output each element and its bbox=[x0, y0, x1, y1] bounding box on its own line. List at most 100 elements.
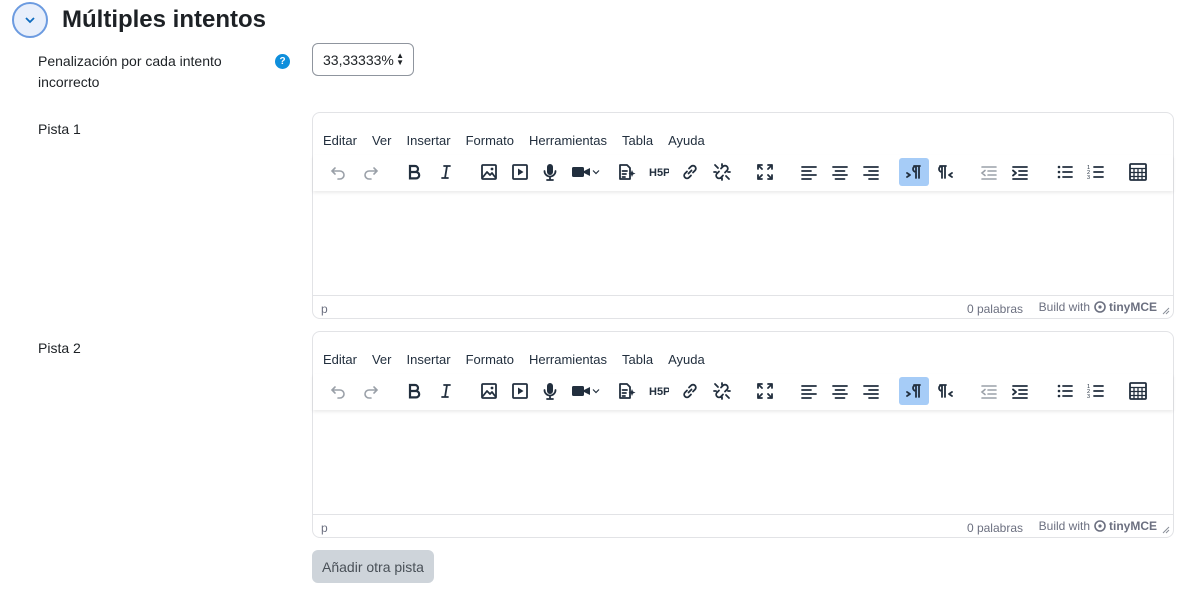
align-center-button[interactable] bbox=[825, 377, 855, 405]
editor-content-area[interactable] bbox=[313, 410, 1173, 514]
menu-ayuda[interactable]: Ayuda bbox=[668, 352, 705, 367]
fullscreen-button[interactable] bbox=[750, 377, 780, 405]
section-title: Múltiples intentos bbox=[62, 6, 266, 33]
menu-ver[interactable]: Ver bbox=[372, 133, 392, 148]
link-button[interactable] bbox=[675, 377, 705, 405]
bullet-list-button[interactable] bbox=[1050, 377, 1080, 405]
italic-icon bbox=[441, 384, 451, 398]
bold-button[interactable] bbox=[399, 158, 429, 186]
align-right-button[interactable] bbox=[856, 158, 886, 186]
hint2-label: Pista 2 bbox=[38, 340, 81, 356]
editor-statusbar: p 0 palabras Build with tinyMCE bbox=[313, 514, 1173, 537]
menu-tabla[interactable]: Tabla bbox=[622, 133, 653, 148]
indent-button[interactable] bbox=[1005, 377, 1035, 405]
microphone-button[interactable] bbox=[535, 158, 565, 186]
align-center-icon bbox=[832, 166, 848, 180]
video-camera-button[interactable] bbox=[567, 377, 605, 405]
tinymce-branding[interactable]: Build with tinyMCE bbox=[1039, 300, 1157, 314]
menu-tabla[interactable]: Tabla bbox=[622, 352, 653, 367]
svg-text:3: 3 bbox=[1087, 175, 1090, 181]
italic-button[interactable] bbox=[431, 158, 461, 186]
align-left-icon bbox=[801, 385, 817, 399]
menu-herramientas[interactable]: Herramientas bbox=[529, 133, 607, 148]
redo-button[interactable] bbox=[356, 377, 386, 405]
ltr-button[interactable] bbox=[899, 158, 929, 186]
image-button[interactable] bbox=[474, 158, 504, 186]
menu-editar[interactable]: Editar bbox=[323, 133, 357, 148]
video-camera-button[interactable] bbox=[567, 158, 605, 186]
menu-insertar[interactable]: Insertar bbox=[406, 133, 450, 148]
bold-icon bbox=[408, 383, 421, 399]
tinymce-brand: tinyMCE bbox=[1109, 300, 1157, 314]
unlink-button[interactable] bbox=[707, 377, 737, 405]
svg-text:3: 3 bbox=[1087, 394, 1090, 400]
numbered-list-button[interactable]: 123 bbox=[1081, 158, 1111, 186]
undo-button[interactable] bbox=[323, 158, 353, 186]
resize-handle-icon[interactable] bbox=[1162, 526, 1170, 534]
menu-ayuda[interactable]: Ayuda bbox=[668, 133, 705, 148]
calculator-icon bbox=[1129, 163, 1147, 181]
element-path[interactable]: p bbox=[321, 302, 328, 316]
align-center-button[interactable] bbox=[825, 158, 855, 186]
h5p-button[interactable]: H5P bbox=[644, 377, 674, 405]
penalty-label: Penalización por cada intento incorrecto bbox=[38, 51, 222, 93]
help-icon[interactable]: ? bbox=[275, 54, 290, 69]
align-right-button[interactable] bbox=[856, 377, 886, 405]
numbered-list-button[interactable]: 123 bbox=[1081, 377, 1111, 405]
menu-ver[interactable]: Ver bbox=[372, 352, 392, 367]
editor-menubar: Editar Ver Insertar Formato Herramientas Tabl… bbox=[313, 332, 1173, 374]
ai-generate-button[interactable] bbox=[611, 158, 641, 186]
fullscreen-button[interactable] bbox=[750, 158, 780, 186]
fullscreen-icon bbox=[757, 164, 773, 180]
align-left-button[interactable] bbox=[794, 377, 824, 405]
media-icon bbox=[512, 383, 528, 399]
italic-button[interactable] bbox=[431, 377, 461, 405]
h5p-icon: H5P bbox=[649, 386, 669, 398]
collapse-toggle-button[interactable] bbox=[12, 2, 48, 38]
menu-herramientas[interactable]: Herramientas bbox=[529, 352, 607, 367]
editor-content-area[interactable] bbox=[313, 191, 1173, 295]
chevron-down-icon bbox=[592, 170, 600, 175]
ltr-button[interactable] bbox=[899, 377, 929, 405]
microphone-button[interactable] bbox=[535, 377, 565, 405]
tinymce-branding[interactable]: Build with tinyMCE bbox=[1039, 519, 1157, 533]
image-button[interactable] bbox=[474, 377, 504, 405]
build-with-text: Build with bbox=[1038, 519, 1090, 533]
redo-button[interactable] bbox=[356, 158, 386, 186]
indent-button[interactable] bbox=[1005, 158, 1035, 186]
add-hint-button[interactable]: Añadir otra pista bbox=[312, 550, 434, 583]
build-with-text: Build with bbox=[1038, 300, 1090, 314]
outdent-button[interactable] bbox=[974, 377, 1004, 405]
unlink-icon bbox=[713, 382, 731, 400]
word-count[interactable]: 0 palabras bbox=[967, 302, 1023, 316]
penalty-label-line1: Penalización por cada intento bbox=[38, 53, 222, 69]
unlink-button[interactable] bbox=[707, 158, 737, 186]
rtl-button[interactable] bbox=[930, 158, 960, 186]
undo-button[interactable] bbox=[323, 377, 353, 405]
element-path[interactable]: p bbox=[321, 521, 328, 535]
calculator-button[interactable] bbox=[1123, 158, 1153, 186]
outdent-button[interactable] bbox=[974, 158, 1004, 186]
resize-handle-icon[interactable] bbox=[1162, 307, 1170, 315]
ai-generate-button[interactable] bbox=[611, 377, 641, 405]
menu-insertar[interactable]: Insertar bbox=[406, 352, 450, 367]
media-button[interactable] bbox=[505, 377, 535, 405]
menu-formato[interactable]: Formato bbox=[466, 133, 514, 148]
penalty-select[interactable]: 33,33333% ▲ ▼ bbox=[312, 43, 414, 76]
calculator-button[interactable] bbox=[1123, 377, 1153, 405]
bold-button[interactable] bbox=[399, 377, 429, 405]
image-icon bbox=[481, 383, 497, 399]
chevron-down-icon bbox=[592, 389, 600, 394]
link-button[interactable] bbox=[675, 158, 705, 186]
media-button[interactable] bbox=[505, 158, 535, 186]
h5p-button[interactable]: H5P bbox=[644, 158, 674, 186]
menu-formato[interactable]: Formato bbox=[466, 352, 514, 367]
bullet-list-button[interactable] bbox=[1050, 158, 1080, 186]
editor-statusbar: p 0 palabras Build with tinyMCE bbox=[313, 295, 1173, 318]
align-left-button[interactable] bbox=[794, 158, 824, 186]
menu-editar[interactable]: Editar bbox=[323, 352, 357, 367]
microphone-icon bbox=[543, 383, 557, 400]
align-right-icon bbox=[863, 166, 879, 180]
word-count[interactable]: 0 palabras bbox=[967, 521, 1023, 535]
rtl-button[interactable] bbox=[930, 377, 960, 405]
